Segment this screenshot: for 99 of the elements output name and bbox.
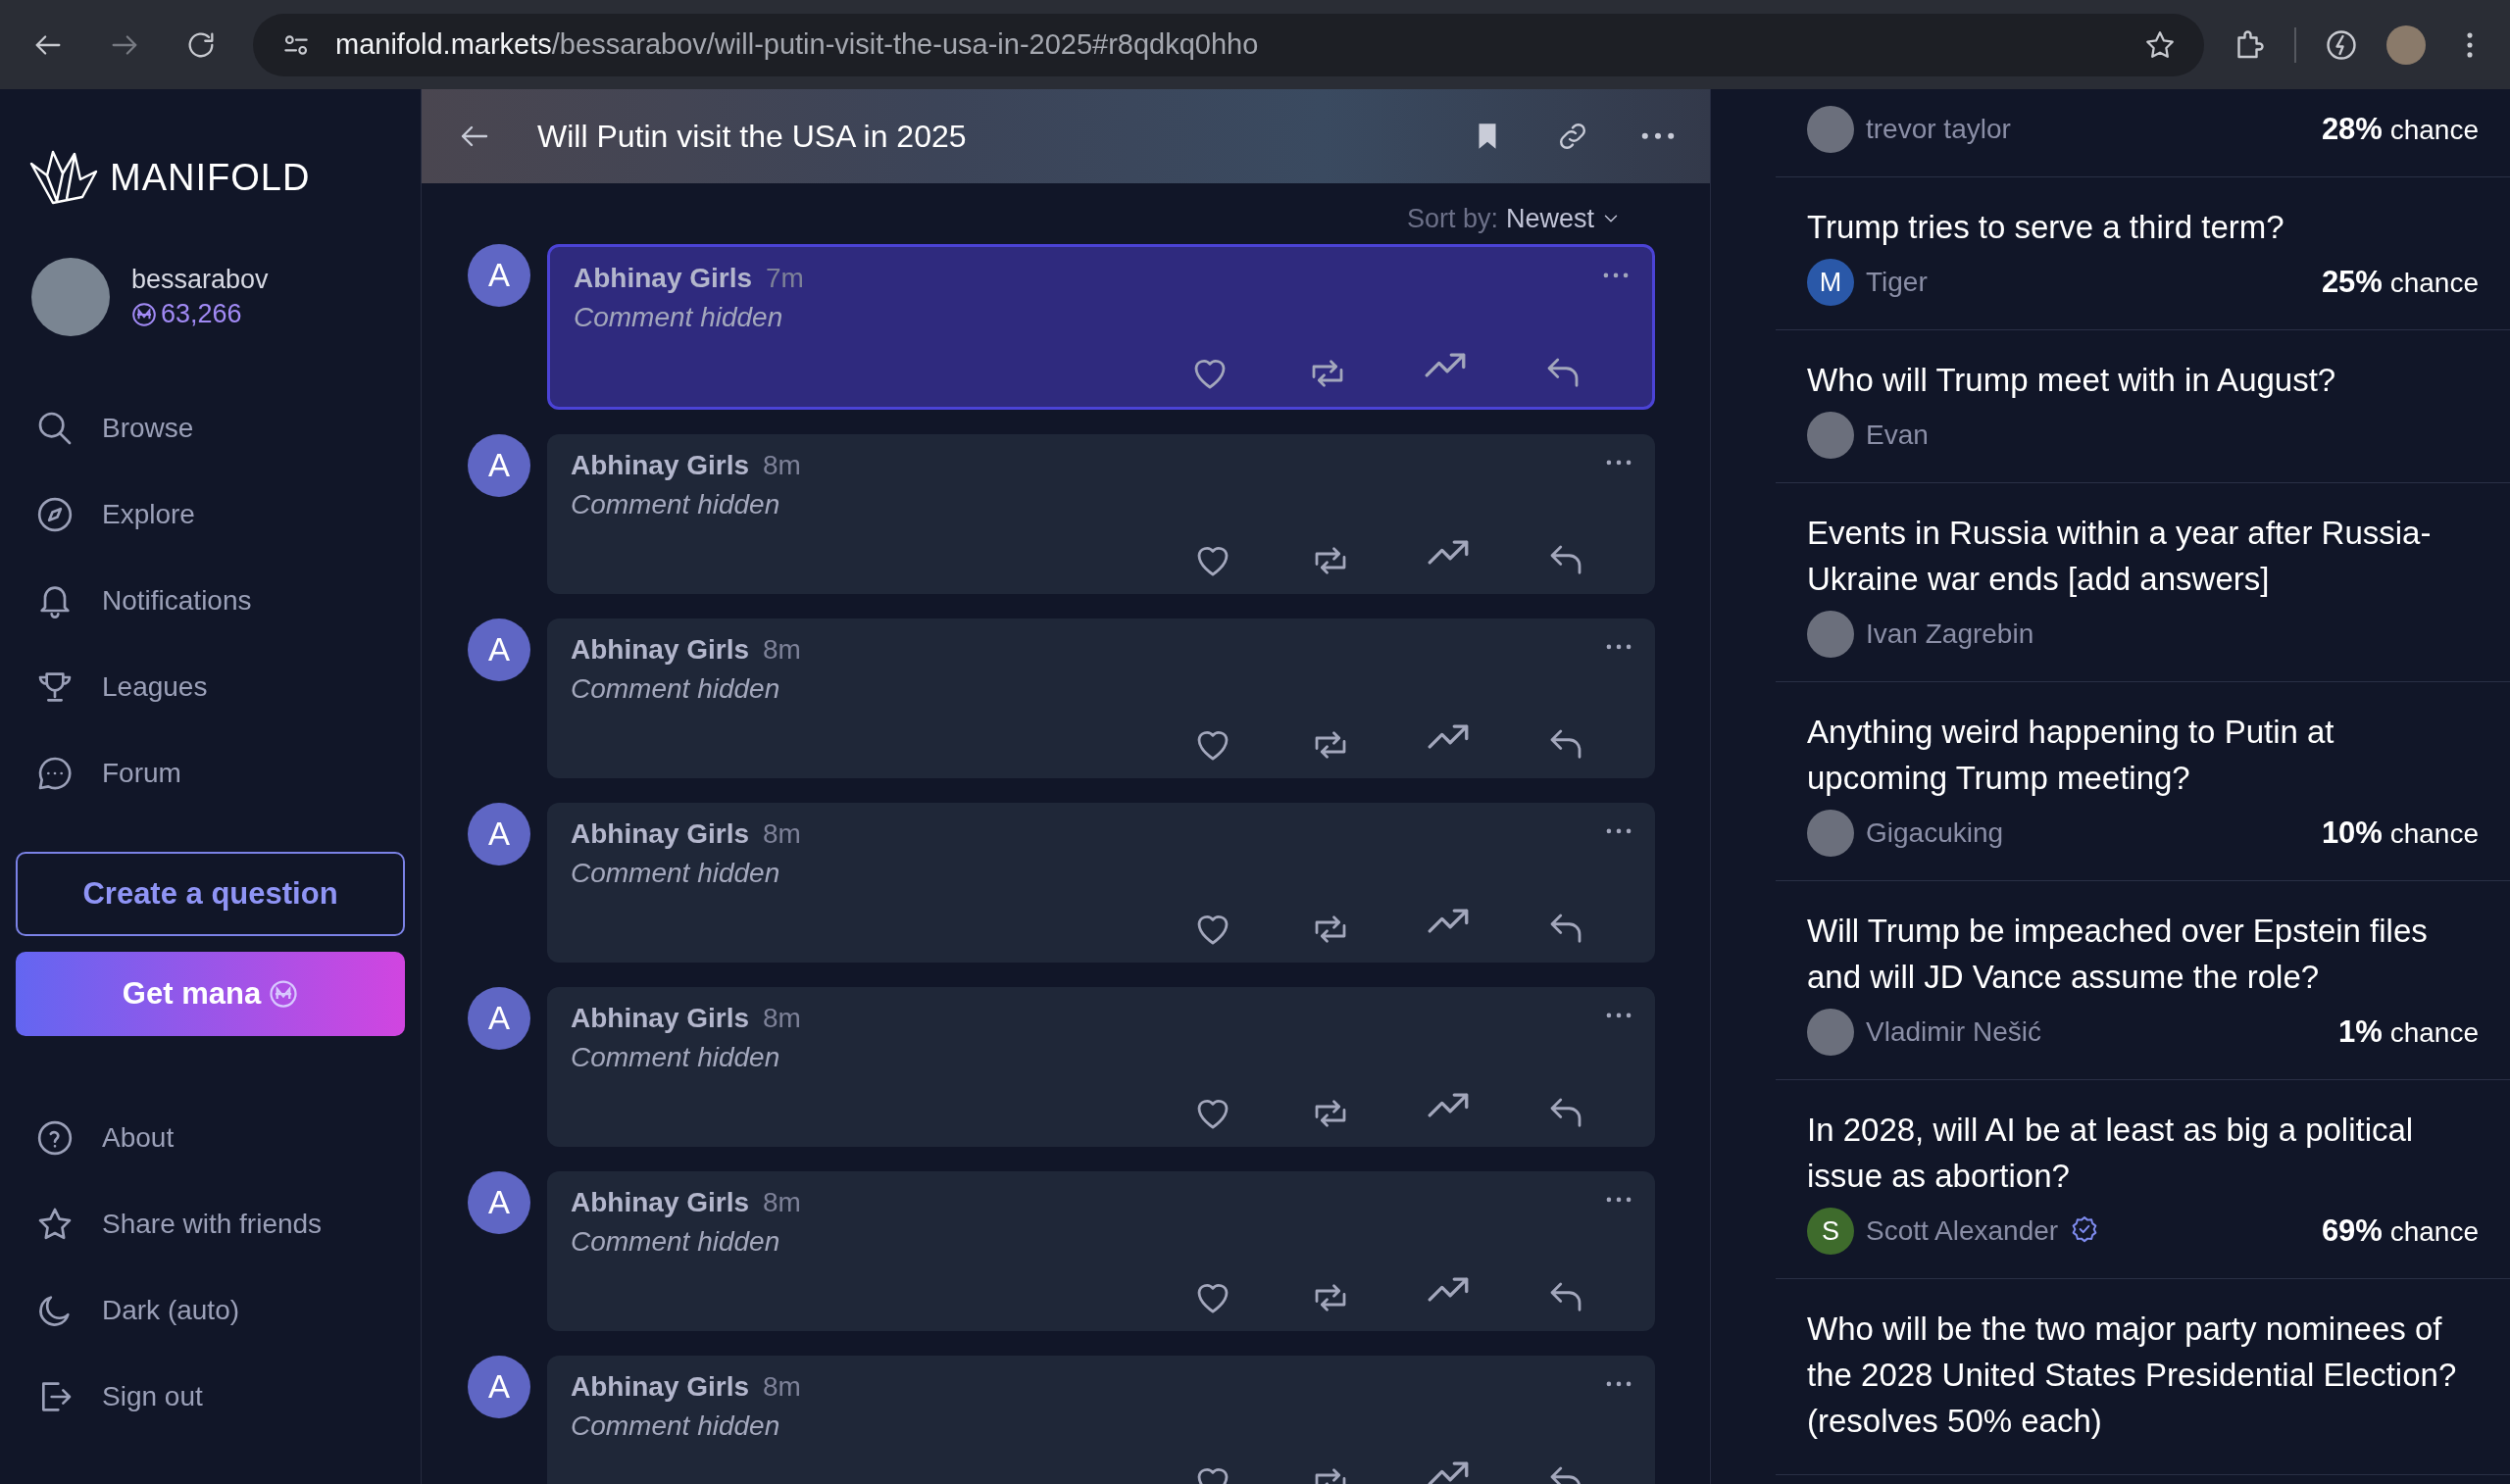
profile-avatar[interactable] (2386, 25, 2426, 65)
author-avatar[interactable]: A (468, 434, 530, 497)
more-horizontal-icon (1641, 132, 1675, 140)
nav-item[interactable]: Notifications (16, 558, 405, 644)
comment-author[interactable]: Abhinay Girls (571, 634, 750, 666)
mana-coin-icon (131, 301, 157, 327)
comment-author[interactable]: Abhinay Girls (571, 1371, 750, 1403)
mana-coin-icon (269, 979, 299, 1009)
creator-name[interactable]: Evan (1866, 420, 1929, 451)
market-title[interactable]: Who will be the two major party nominees of the 2028 United States Presidential Election? (resolves 50% each) (1807, 1306, 2479, 1444)
mana-balance: 63,266 (161, 299, 242, 329)
comment-menu-button[interactable] (1606, 1197, 1632, 1203)
trending-up-icon (1428, 1093, 1469, 1117)
sort-dropdown[interactable]: Newest (1505, 203, 1622, 234)
comment-text: Comment hidden (571, 1042, 781, 1073)
comment-menu-button[interactable] (1606, 460, 1632, 466)
comment-text: Comment hidden (571, 673, 781, 705)
creator-avatar[interactable]: M (1807, 259, 1854, 306)
creator-name[interactable]: Scott Alexander (1866, 1215, 2059, 1247)
sort-label: Sort by: (1406, 203, 1498, 234)
comment-author[interactable]: Abhinay Girls (571, 1003, 750, 1034)
more-horizontal-icon (1606, 1197, 1632, 1203)
more-horizontal-icon (1603, 272, 1629, 278)
chance-value: 25% chance (2321, 265, 2479, 300)
nav-item[interactable]: Browse (16, 385, 405, 471)
comment-time[interactable]: 8m (763, 634, 801, 666)
author-avatar[interactable]: A (468, 618, 530, 681)
comment-text: Comment hidden (574, 302, 784, 333)
creator-avatar[interactable] (1807, 611, 1854, 658)
author-avatar[interactable]: A (468, 803, 530, 866)
market-title[interactable]: Who will Trump meet with in August? (1807, 357, 2479, 403)
creator-name[interactable]: Gigacuking (1866, 817, 2004, 849)
comment-time[interactable]: 8m (763, 1003, 801, 1034)
address-bar[interactable]: manifold.markets/bessarabov/will-putin-visit-the-usa-in-2025#r8qdkq0hho (253, 13, 2204, 76)
comment-time[interactable]: 8m (763, 450, 801, 481)
comment-menu-button[interactable] (1603, 272, 1629, 278)
comment-menu-button[interactable] (1606, 828, 1632, 834)
creator-avatar[interactable]: S (1807, 1208, 1854, 1255)
comment-menu-button[interactable] (1606, 1381, 1632, 1387)
more-horizontal-icon (1606, 1381, 1632, 1387)
creator-avatar[interactable] (1807, 412, 1854, 459)
nav-item[interactable]: Explore (16, 471, 405, 558)
nav-item[interactable]: About (16, 1095, 405, 1181)
nav-item[interactable]: Dark (auto) (16, 1267, 405, 1354)
chance-value: 10% chance (2321, 816, 2479, 851)
logo-text[interactable]: MANIFOLD (110, 156, 311, 199)
nav-item[interactable]: Share with friends (16, 1181, 405, 1267)
comment-text: Comment hidden (571, 489, 781, 520)
comment-text: Comment hidden (571, 1226, 781, 1258)
creator-avatar[interactable] (1807, 810, 1854, 857)
comment-text: Comment hidden (571, 1410, 781, 1442)
comment-time[interactable]: 8m (763, 1371, 801, 1403)
more-horizontal-icon (1606, 460, 1632, 466)
more-horizontal-icon (1606, 828, 1632, 834)
comment-author[interactable]: Abhinay Girls (571, 450, 750, 481)
market-title[interactable]: Trump tries to serve a third term? (1807, 204, 2479, 250)
chance-value: 69% chance (2321, 1213, 2479, 1249)
trending-up-icon (1428, 724, 1469, 749)
comment-author[interactable]: Abhinay Girls (571, 1187, 750, 1218)
creator-avatar[interactable] (1807, 1009, 1854, 1056)
comment-author[interactable]: Abhinay Girls (571, 818, 750, 850)
trending-up-icon (1428, 1277, 1469, 1302)
nav-item[interactable]: Forum (16, 730, 405, 816)
creator-name[interactable]: trevor taylor (1866, 114, 2011, 145)
author-avatar[interactable]: A (468, 1171, 530, 1234)
comment-time[interactable]: 8m (763, 818, 801, 850)
market-title[interactable]: Anything weird happening to Putin at upcoming Trump meeting? (1807, 709, 2479, 801)
username[interactable]: bessarabov (131, 265, 269, 295)
get-mana-button[interactable]: Get mana (16, 952, 405, 1036)
creator-name[interactable]: Ivan Zagrebin (1866, 618, 2034, 650)
help-icon (35, 1118, 75, 1158)
market-title[interactable]: Events in Russia within a year after Russia-Ukraine war ends [add answers] (1807, 510, 2479, 602)
author-avatar[interactable]: A (468, 244, 530, 307)
more-horizontal-icon (1606, 1013, 1632, 1018)
nav-item[interactable]: Sign out (16, 1354, 405, 1440)
market-title[interactable]: In 2028, will AI be at least as big a political issue as abortion? (1807, 1107, 2479, 1199)
trending-up-icon (1425, 353, 1466, 377)
question-title: Will Putin visit the USA in 2025 (537, 118, 968, 155)
creator-name[interactable]: Vladimir Nešić (1866, 1016, 2041, 1048)
nav-item[interactable]: Leagues (16, 644, 405, 730)
comment-menu-button[interactable] (1606, 1013, 1632, 1018)
chance-value: 28% chance (2321, 112, 2479, 147)
market-title[interactable]: Will Trump be impeached over Epstein files and will JD Vance assume the role? (1807, 908, 2479, 1000)
creator-name[interactable]: Tiger (1866, 267, 1928, 298)
comment-author[interactable]: Abhinay Girls (574, 263, 753, 294)
trending-up-icon (1428, 540, 1469, 565)
compass-icon (35, 495, 75, 534)
trending-up-icon (1428, 909, 1469, 933)
comment-text: Comment hidden (571, 858, 781, 889)
more-horizontal-icon (1606, 644, 1632, 650)
author-avatar[interactable]: A (468, 987, 530, 1050)
comment-menu-button[interactable] (1606, 644, 1632, 650)
crane-logo-icon[interactable] (29, 150, 98, 205)
chance-value: 1% chance (2338, 1014, 2479, 1050)
author-avatar[interactable]: A (468, 1356, 530, 1418)
creator-avatar[interactable] (1807, 106, 1854, 153)
trending-up-icon (1428, 1461, 1469, 1484)
comment-time[interactable]: 8m (763, 1187, 801, 1218)
create-question-button[interactable]: Create a question (16, 852, 405, 936)
